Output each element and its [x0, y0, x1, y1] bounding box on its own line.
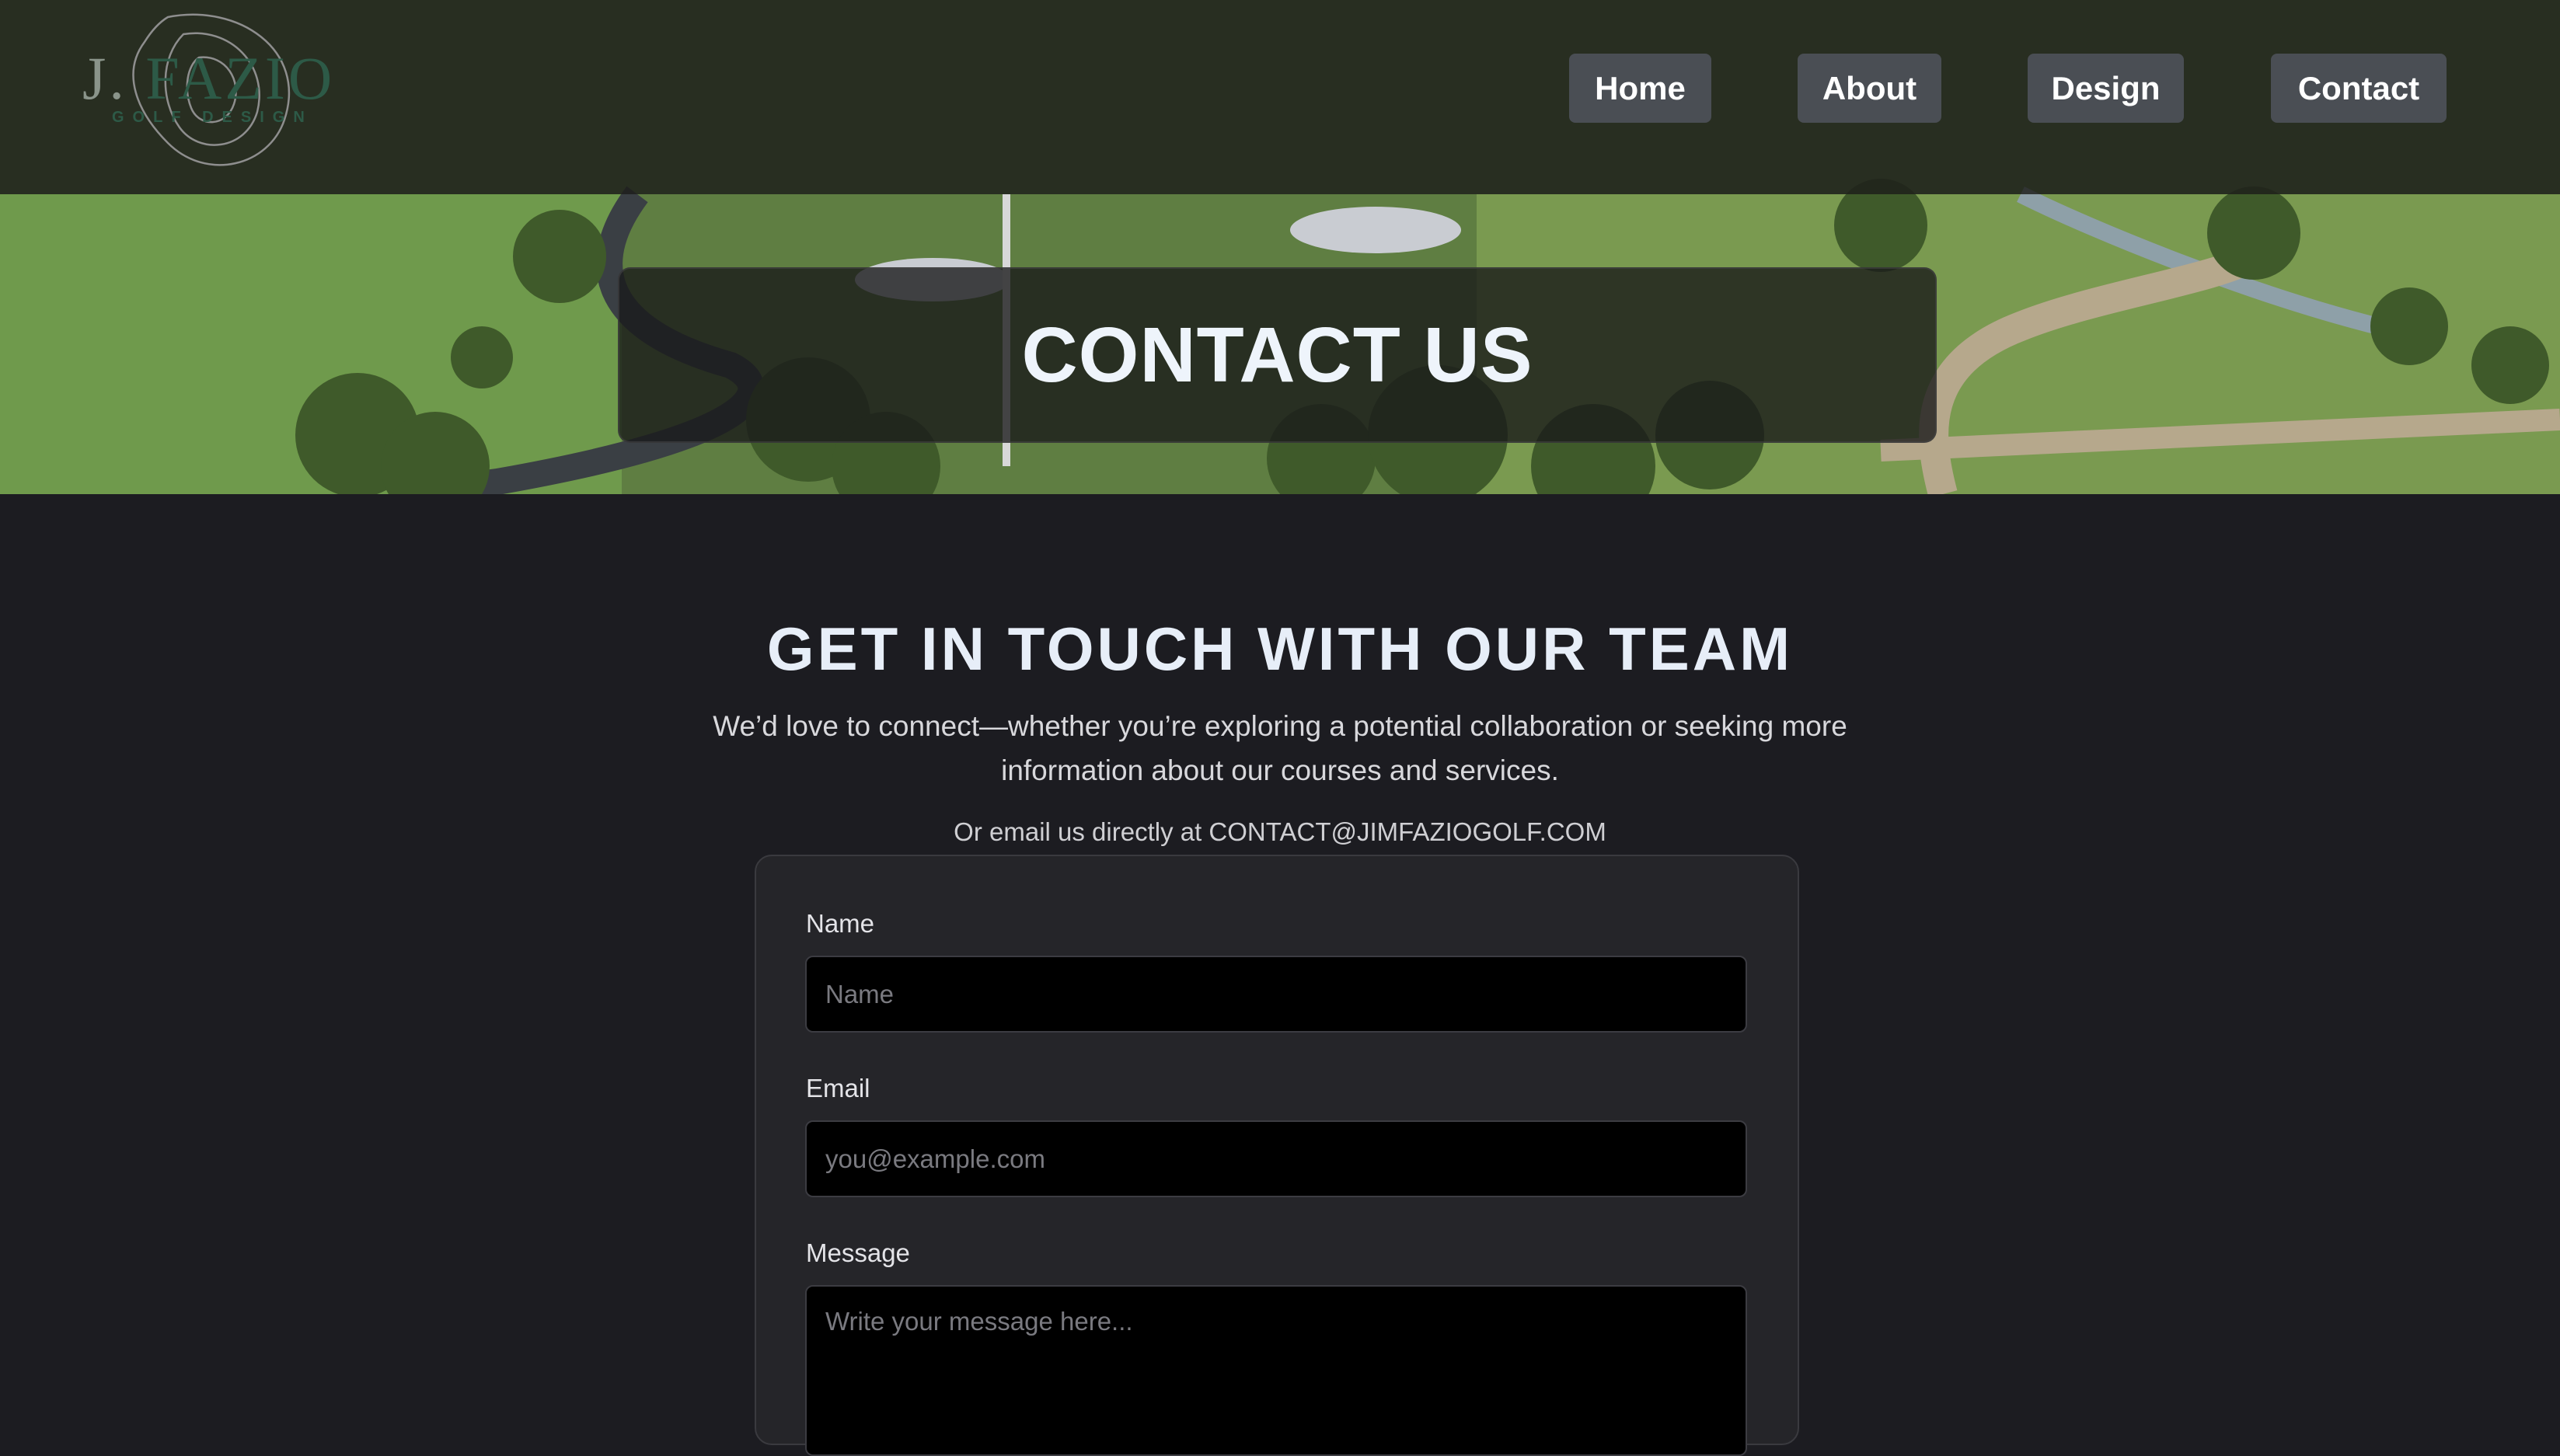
logo-wordmark: J. FAZIO: [82, 44, 335, 113]
page-title-box: CONTACT US: [618, 267, 1937, 443]
site-header: J. FAZIO GOLF DESIGN Home About Design C…: [0, 0, 2560, 194]
logo-tagline: GOLF DESIGN: [112, 109, 313, 126]
name-input[interactable]: [805, 956, 1747, 1033]
message-label: Message: [806, 1238, 910, 1267]
hero-banner: J. FAZIO GOLF DESIGN Home About Design C…: [0, 0, 2560, 494]
nav-about-button[interactable]: About: [1798, 54, 1941, 123]
nav-contact-button[interactable]: Contact: [2271, 54, 2447, 123]
message-textarea[interactable]: [805, 1285, 1747, 1456]
contact-email-line[interactable]: Or email us directly at CONTACT@JIMFAZIO…: [0, 817, 2560, 847]
nav-design-button[interactable]: Design: [2028, 54, 2184, 123]
section-description: We’d love to connect—whether you’re expl…: [713, 710, 1847, 786]
email-input[interactable]: [805, 1120, 1747, 1197]
nav-home-button[interactable]: Home: [1569, 54, 1711, 123]
section-heading: GET IN TOUCH WITH OUR TEAM: [766, 615, 1794, 683]
logo-initial: J.: [82, 44, 127, 112]
email-label: Email: [806, 1074, 870, 1102]
logo-name: FAZIO: [145, 44, 336, 112]
jfazio-logo[interactable]: J. FAZIO GOLF DESIGN: [75, 3, 339, 176]
name-label: Name: [806, 909, 875, 938]
page-title: CONTACT US: [1021, 311, 1533, 399]
